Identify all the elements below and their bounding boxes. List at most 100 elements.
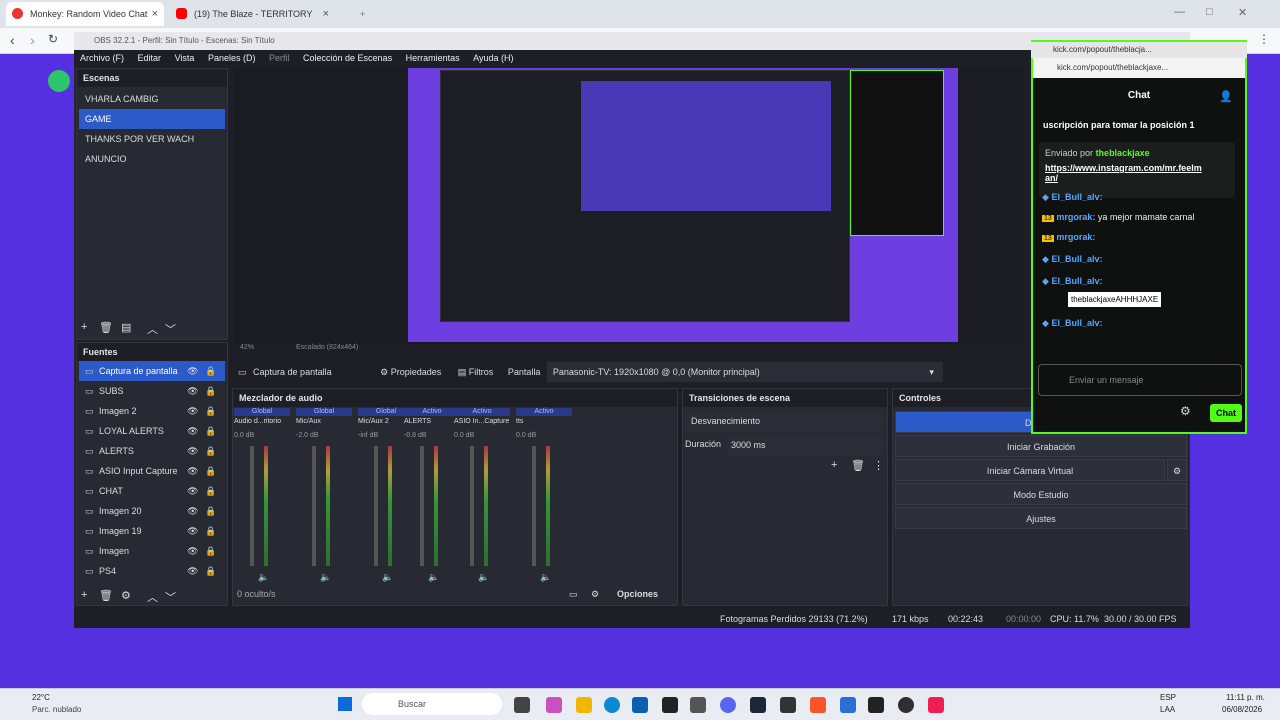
lock-icon[interactable]: 🔒 xyxy=(205,481,216,501)
start-recording-button[interactable]: Iniciar Grabación xyxy=(895,435,1187,457)
lock-icon[interactable]: 🔒 xyxy=(205,561,216,581)
chat-user[interactable]: El_Bull_alv: xyxy=(1051,254,1102,264)
add-transition-icon[interactable]: + xyxy=(831,459,837,471)
studio-mode-button[interactable]: Modo Estudio xyxy=(895,483,1187,505)
app-icon[interactable] xyxy=(662,697,678,713)
app-icon[interactable] xyxy=(868,697,884,713)
add-source-icon[interactable]: + xyxy=(81,589,87,601)
lock-icon[interactable]: 🔒 xyxy=(205,401,216,421)
chat-input[interactable]: Enviar un mensaje xyxy=(1038,364,1242,396)
add-scene-icon[interactable]: + xyxy=(81,321,87,333)
screen-select[interactable]: Panasonic-TV: 1920x1080 @ 0,0 (Monitor p… xyxy=(546,362,943,382)
chat-user[interactable]: mrgorak: xyxy=(1056,232,1095,242)
explorer-icon[interactable] xyxy=(576,697,592,713)
filters-button[interactable]: Filtros xyxy=(469,367,494,377)
speaker-icon[interactable]: 🔈 xyxy=(320,572,331,583)
app-icon[interactable] xyxy=(840,697,856,713)
eye-icon[interactable]: 👁 xyxy=(187,561,198,581)
volume-slider[interactable] xyxy=(312,446,316,566)
volume-slider[interactable] xyxy=(374,446,378,566)
properties-button[interactable]: Propiedades xyxy=(391,367,442,377)
clock-time[interactable]: 11:11 p. m. xyxy=(1226,693,1265,702)
app-icon[interactable] xyxy=(928,697,944,713)
speaker-icon[interactable]: 🔈 xyxy=(478,572,489,583)
volume-slider[interactable] xyxy=(532,446,536,566)
lock-icon[interactable]: 🔒 xyxy=(205,381,216,401)
lock-icon[interactable]: 🔒 xyxy=(205,461,216,481)
virtual-camera-button[interactable]: Iniciar Cámara Virtual xyxy=(895,459,1165,481)
volume-slider[interactable] xyxy=(250,446,254,566)
taskbar-search[interactable]: Buscar xyxy=(362,693,502,715)
source-item[interactable]: ▭ Imagen 20 👁 🔒 xyxy=(79,501,225,521)
steam-icon[interactable] xyxy=(750,697,766,713)
windows-start-icon[interactable] xyxy=(338,697,352,711)
remove-transition-icon[interactable]: 🗑 xyxy=(851,459,865,472)
edge-icon[interactable] xyxy=(604,697,620,713)
remove-source-icon[interactable]: 🗑 xyxy=(99,589,113,602)
lock-icon[interactable]: 🔒 xyxy=(205,441,216,461)
scene-item[interactable]: ANUNCIO xyxy=(79,149,225,169)
speaker-icon[interactable]: 🔈 xyxy=(540,572,551,583)
scene-item-selected[interactable]: GAME xyxy=(79,109,225,129)
brave-icon[interactable] xyxy=(810,697,826,713)
lock-icon[interactable]: 🔒 xyxy=(205,541,216,561)
chat-settings-icon[interactable]: ⚙ xyxy=(1180,404,1191,418)
forward-icon[interactable]: › xyxy=(30,32,35,48)
clock-date[interactable]: 06/08/2026 xyxy=(1222,705,1262,714)
eye-icon[interactable]: 👁 xyxy=(187,501,198,521)
move-down-icon[interactable]: ﹀ xyxy=(165,589,176,605)
eye-icon[interactable]: 👁 xyxy=(187,541,198,561)
new-tab-button[interactable]: + xyxy=(336,2,365,26)
mixer-settings-icon[interactable]: ⚙ xyxy=(591,589,599,600)
app-icon[interactable] xyxy=(780,697,796,713)
source-item[interactable]: ▭ PS4 👁 🔒 xyxy=(79,561,225,581)
settings-button[interactable]: Ajustes xyxy=(895,507,1187,529)
source-settings-icon[interactable]: ⚙ xyxy=(121,589,131,602)
volume-slider[interactable] xyxy=(470,446,474,566)
scene-item[interactable]: VHARLA CAMBIG xyxy=(79,89,225,109)
reload-icon[interactable]: ↻ xyxy=(48,32,58,46)
shield-badge-icon[interactable] xyxy=(48,70,70,92)
menu-editar[interactable]: Editar xyxy=(138,53,162,63)
transition-select[interactable]: Desvanecimiento xyxy=(685,411,883,431)
preview-canvas[interactable] xyxy=(408,68,958,342)
menu-coleccion[interactable]: Colección de Escenas xyxy=(303,53,392,63)
source-item[interactable]: ▭ Imagen 2 👁 🔒 xyxy=(79,401,225,421)
menu-perfil[interactable]: Perfil xyxy=(269,53,290,63)
source-item[interactable]: ▭ SUBS 👁 🔒 xyxy=(79,381,225,401)
eye-icon[interactable]: 👁 xyxy=(187,441,198,461)
menu-vista[interactable]: Vista xyxy=(175,53,195,63)
close-tab-icon[interactable]: × xyxy=(323,2,329,26)
source-item[interactable]: ▭ LOYAL ALERTS 👁 🔒 xyxy=(79,421,225,441)
volume-slider[interactable] xyxy=(420,446,424,566)
lock-icon[interactable]: 🔒 xyxy=(205,361,216,381)
speaker-icon[interactable]: 🔈 xyxy=(258,572,269,583)
move-up-icon[interactable]: ︿ xyxy=(147,589,158,605)
close-window-icon[interactable]: ✕ xyxy=(1238,6,1247,19)
remove-scene-icon[interactable]: 🗑 xyxy=(99,321,113,334)
browser-tab-monkey[interactable]: Monkey: Random Video Chat × xyxy=(6,2,164,26)
lang-layout[interactable]: LAA xyxy=(1160,705,1175,714)
back-icon[interactable]: ‹ xyxy=(10,32,15,48)
menu-icon[interactable]: ⋮ xyxy=(1258,32,1270,46)
speaker-icon[interactable]: 🔈 xyxy=(428,572,439,583)
menu-paneles[interactable]: Paneles (D) xyxy=(208,53,256,63)
eye-icon[interactable]: 👁 xyxy=(187,461,198,481)
move-down-icon[interactable]: ﹀ xyxy=(165,321,176,337)
scale-label[interactable]: Escalado (824x464) xyxy=(296,344,358,351)
copilot-icon[interactable] xyxy=(546,697,562,713)
eye-icon[interactable]: 👁 xyxy=(187,381,198,401)
zoom-level[interactable]: 42% xyxy=(240,344,254,351)
pinned-user[interactable]: theblackjaxe xyxy=(1096,148,1150,158)
users-icon[interactable]: 👤 xyxy=(1219,90,1233,103)
move-up-icon[interactable]: ︿ xyxy=(147,321,158,337)
store-icon[interactable] xyxy=(632,697,648,713)
chat-user[interactable]: El_Bull_alv: xyxy=(1051,192,1102,202)
scene-item[interactable]: THANKS POR VER WACH xyxy=(79,129,225,149)
eye-icon[interactable]: 👁 xyxy=(187,421,198,441)
lock-icon[interactable]: 🔒 xyxy=(205,521,216,541)
lock-icon[interactable]: 🔒 xyxy=(205,421,216,441)
chat-user[interactable]: mrgorak: xyxy=(1056,212,1095,222)
lock-icon[interactable]: 🔒 xyxy=(205,501,216,521)
chat-user[interactable]: El_Bull_alv: xyxy=(1051,318,1102,328)
